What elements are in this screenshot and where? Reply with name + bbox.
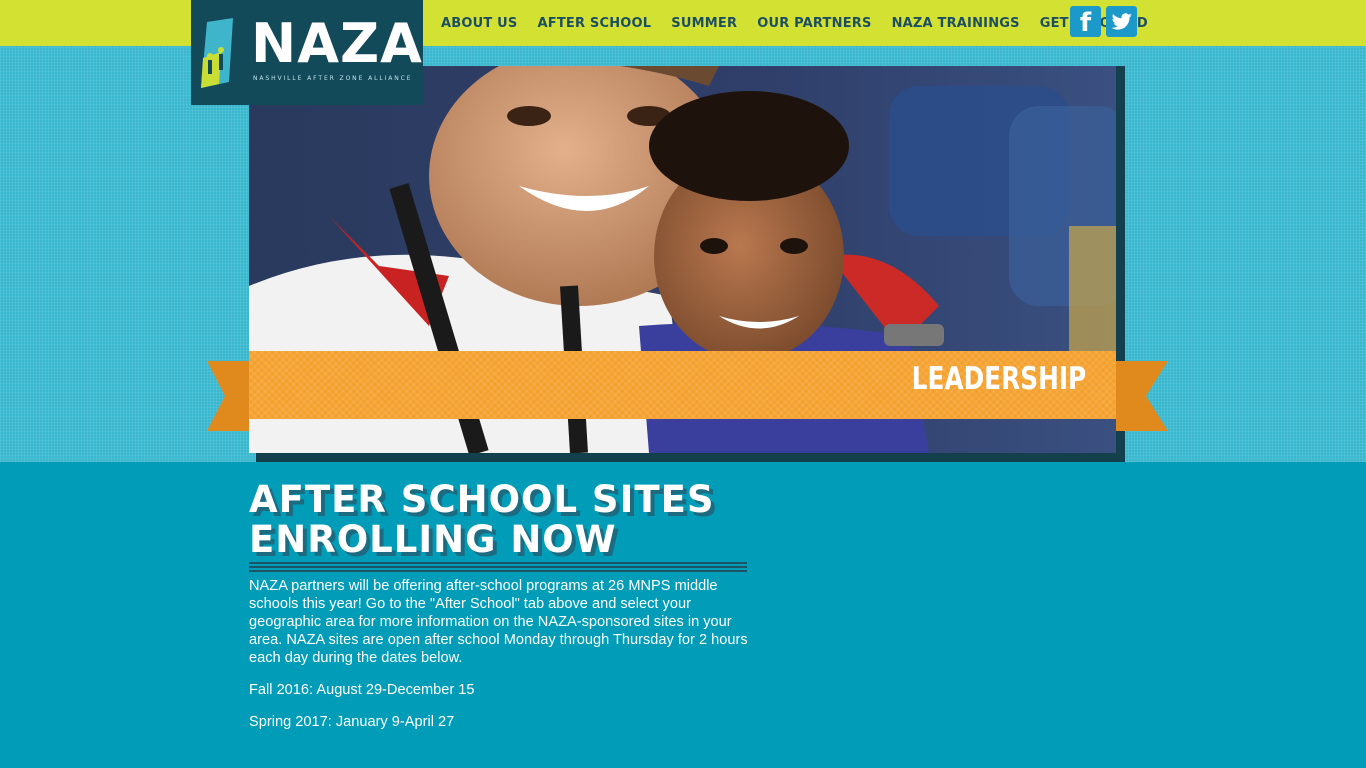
spring-dates: Spring 2017: January 9-April 27	[249, 714, 455, 730]
nav-naza-trainings[interactable]: NAZA TRAININGS	[892, 16, 1020, 31]
hero-banner: LEADERSHIP	[249, 351, 1116, 419]
facebook-icon: f	[1079, 8, 1092, 38]
main-nav: ABOUT US AFTER SCHOOL SUMMER OUR PARTNER…	[441, 0, 1148, 46]
headline-divider	[249, 562, 747, 576]
ribbon-tail-left	[207, 361, 249, 431]
nav-summer[interactable]: SUMMER	[671, 16, 737, 31]
twitter-icon	[1111, 12, 1132, 30]
logo-wordmark: NAZA	[251, 12, 423, 75]
logo-tagline: NASHVILLE AFTER ZONE ALLIANCE	[253, 75, 413, 82]
nav-about-us[interactable]: ABOUT US	[441, 16, 518, 31]
nav-after-school[interactable]: AFTER SCHOOL	[538, 16, 652, 31]
banner-label: LEADERSHIP	[911, 361, 1086, 397]
headline-line-1: AFTER SCHOOL SITES	[249, 478, 715, 521]
naza-flag-icon	[201, 18, 233, 88]
fall-dates: Fall 2016: August 29-December 15	[249, 682, 475, 698]
article-headline: AFTER SCHOOL SITES ENROLLING NOW	[249, 480, 769, 560]
article-paragraph: NAZA partners will be offering after-sch…	[249, 578, 748, 666]
site-logo[interactable]: NAZA NASHVILLE AFTER ZONE ALLIANCE	[191, 0, 423, 105]
nav-our-partners[interactable]: OUR PARTNERS	[757, 16, 871, 31]
article-body: NAZA partners will be offering after-sch…	[249, 577, 749, 745]
headline-line-2: ENROLLING NOW	[249, 518, 617, 561]
twitter-button[interactable]	[1106, 6, 1137, 37]
facebook-button[interactable]: f	[1070, 6, 1101, 38]
ribbon-tail-right	[1116, 361, 1168, 431]
